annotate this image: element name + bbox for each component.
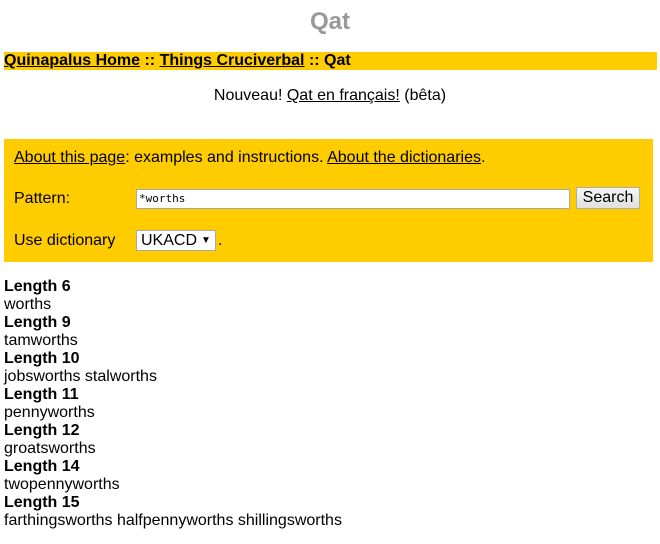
result-words: twopennyworths [4, 476, 120, 493]
breadcrumb-things-cruciverbal-link[interactable]: Things Cruciverbal [160, 52, 305, 69]
page-title: Qat [309, 8, 350, 35]
about-this-page-link[interactable]: About this page [14, 149, 125, 166]
breadcrumb-separator: :: [140, 52, 160, 69]
result-length-heading: Length 14 [4, 458, 80, 475]
notice-suffix: (bêta) [399, 87, 447, 104]
about-text: : examples and instructions. [125, 149, 328, 166]
about-dictionaries-link[interactable]: About the dictionaries [327, 149, 481, 166]
result-words: tamworths [4, 332, 78, 349]
breadcrumb-separator: :: [304, 52, 325, 69]
breadcrumb-home-link[interactable]: Quinapalus Home [4, 52, 140, 69]
about-end: . [480, 149, 486, 166]
dictionary-suffix: . [218, 232, 223, 249]
pattern-label: Pattern: [14, 190, 71, 207]
result-length-heading: Length 9 [4, 314, 71, 331]
search-form: About this page: examples and instructio… [4, 139, 653, 262]
about-line: About this page: examples and instructio… [14, 149, 485, 167]
dictionary-selected-value: UKACD [141, 232, 198, 249]
result-length-heading: Length 6 [4, 278, 71, 295]
result-words: groatsworths [4, 440, 96, 457]
french-version-link[interactable]: Qat en français! [287, 87, 400, 104]
result-words: farthingsworths halfpennyworths shilling… [4, 512, 342, 529]
result-length-heading: Length 12 [4, 422, 80, 439]
notice-prefix: Nouveau! [213, 87, 287, 104]
french-version-notice: Nouveau! Qat en français! (bêta) [0, 87, 660, 105]
breadcrumb-current: Qat [324, 52, 351, 69]
search-button[interactable]: Search [576, 187, 640, 209]
result-length-heading: Length 10 [4, 350, 80, 367]
breadcrumb: Quinapalus Home :: Things Cruciverbal ::… [4, 52, 657, 70]
result-words: jobsworths stalworths [4, 368, 157, 385]
pattern-input[interactable]: *worths [136, 189, 570, 209]
results-list: Length 6 worths Length 9 tamworths Lengt… [4, 278, 342, 530]
dictionary-label: Use dictionary [14, 232, 116, 249]
result-words: pennyworths [4, 404, 95, 421]
result-words: worths [4, 296, 52, 313]
result-length-heading: Length 15 [4, 494, 80, 511]
dictionary-select[interactable]: UKACD ▼ [136, 230, 216, 251]
dropdown-arrow-icon: ▼ [201, 235, 211, 246]
result-length-heading: Length 11 [4, 386, 79, 403]
